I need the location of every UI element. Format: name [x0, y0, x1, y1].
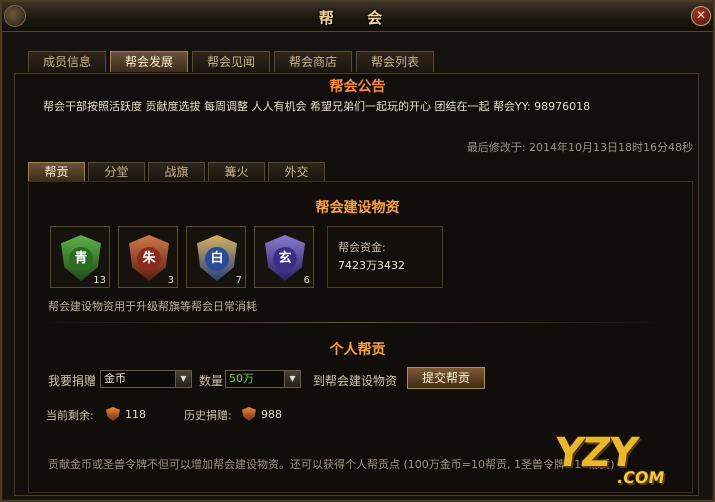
tab-guild-development[interactable]: 帮会发展 [110, 51, 188, 72]
history-label: 历史捐赠: [184, 409, 232, 422]
tab-guild-news[interactable]: 帮会见闻 [192, 51, 270, 72]
tab-guild-shop[interactable]: 帮会商店 [274, 51, 352, 72]
quantity-label: 数量 [199, 374, 224, 388]
title-bar[interactable]: 帮 会 ✕ [2, 2, 713, 32]
close-icon[interactable]: ✕ [691, 6, 711, 26]
donate-label: 我要捐赠 [48, 374, 97, 388]
badge-count: 13 [93, 275, 106, 286]
quantity-select[interactable]: 50万 ▼ [225, 370, 301, 388]
subtab-war-banner[interactable]: 战旗 [148, 162, 205, 181]
main-tab-bar: 成员信息 帮会发展 帮会见闻 帮会商店 帮会列表 [28, 51, 434, 73]
personal-title: 个人帮贡 [329, 342, 386, 358]
remaining-value: 118 [125, 408, 146, 421]
window-title: 帮 会 [318, 9, 397, 27]
funds-label: 帮会资金: [338, 241, 386, 254]
submit-contribution-button[interactable]: 提交帮贡 [407, 367, 485, 389]
announcement-text: 帮会干部按照活跃度 贡献度选拔 每周调整 人人有机会 希望兄弟们一起玩的开心 团… [43, 100, 591, 113]
badge-char: 白 [205, 247, 229, 271]
tab-member-info[interactable]: 成员信息 [28, 51, 106, 72]
to-materials-label: 到帮会建设物资 [313, 374, 398, 388]
contribution-footer-note: 贡献金币或圣兽令牌不但可以增加帮会建设物资。还可以获得个人帮贡点 (100万金币… [48, 458, 615, 471]
subtab-contribution[interactable]: 帮贡 [28, 162, 85, 181]
donate-type-value: 金币 [104, 372, 126, 385]
announcement-title: 帮会公告 [329, 79, 386, 95]
remaining-label: 当前剩余: [46, 409, 94, 422]
section-divider [40, 322, 665, 323]
last-modified-time: 最后修改于: 2014年10月13日18时16分48秒 [466, 141, 693, 154]
green-dragon-badge-slot[interactable]: 青 13 [50, 226, 110, 288]
badge-char: 朱 [137, 247, 161, 271]
funds-value: 7423万3432 [338, 259, 405, 272]
badge-count: 3 [167, 275, 174, 286]
quantity-value: 50万 [229, 372, 254, 385]
history-value: 988 [261, 408, 282, 421]
subtab-bonfire[interactable]: 篝火 [208, 162, 265, 181]
watermark-suffix: .COM [615, 468, 666, 487]
guild-funds-box: 帮会资金: 7423万3432 [327, 226, 443, 288]
materials-title: 帮会建设物资 [315, 200, 400, 216]
chevron-down-icon[interactable]: ▼ [175, 371, 191, 387]
donate-type-select[interactable]: 金币 ▼ [100, 370, 192, 388]
site-watermark-logo: YZY .COM [548, 430, 708, 498]
badge-count: 6 [303, 275, 310, 286]
subtab-branch[interactable]: 分堂 [88, 162, 145, 181]
vermilion-bird-badge-slot[interactable]: 朱 3 [118, 226, 178, 288]
black-tortoise-badge-slot[interactable]: 玄 6 [254, 226, 314, 288]
badge-count: 7 [235, 275, 242, 286]
subtab-diplomacy[interactable]: 外交 [268, 162, 325, 181]
badge-char: 玄 [273, 247, 297, 271]
sub-tab-bar: 帮贡 分堂 战旗 篝火 外交 [28, 162, 325, 181]
chevron-down-icon[interactable]: ▼ [284, 371, 300, 387]
tab-guild-list[interactable]: 帮会列表 [356, 51, 434, 72]
badge-char: 青 [69, 247, 93, 271]
materials-note: 帮会建设物资用于升级帮旗等帮会日常消耗 [48, 300, 257, 313]
white-tiger-badge-slot[interactable]: 白 7 [186, 226, 246, 288]
